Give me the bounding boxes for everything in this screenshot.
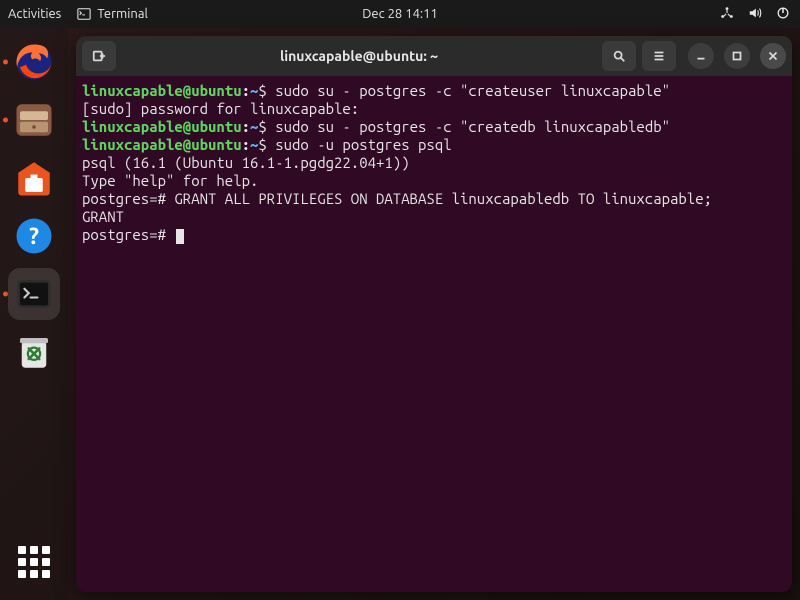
firefox-icon [13,41,55,83]
terminal-line: Type "help" for help. [82,172,786,190]
search-icon [612,49,626,63]
help-icon: ? [13,215,55,257]
terminal-line: GRANT [82,208,786,226]
software-icon [13,157,55,199]
terminal-line: linuxcapable@ubuntu:~$ sudo su - postgre… [82,118,786,136]
dock-files[interactable] [8,94,60,146]
dock-terminal[interactable] [8,268,60,320]
terminal-line: postgres=# [82,226,786,244]
terminal-line: psql (16.1 (Ubuntu 16.1-1.pgdg22.04+1)) [82,154,786,172]
terminal-line: postgres=# GRANT ALL PRIVILEGES ON DATAB… [82,190,786,208]
minimize-button[interactable] [688,43,714,69]
app-indicator-label: Terminal [97,7,148,21]
dock-firefox[interactable] [8,36,60,88]
menu-button[interactable] [642,41,676,71]
maximize-icon [730,49,744,63]
files-icon [13,99,55,141]
close-button[interactable] [760,43,786,69]
dock-trash[interactable] [8,326,60,378]
terminal-body[interactable]: linuxcapable@ubuntu:~$ sudo su - postgre… [76,76,792,592]
svg-text:?: ? [29,224,39,249]
close-icon [766,49,780,63]
volume-icon[interactable] [748,6,762,23]
terminal-small-icon [77,7,91,21]
show-applications[interactable] [8,536,60,588]
running-indicator [3,60,8,65]
app-indicator[interactable]: Terminal [77,7,148,21]
dock: ? [0,28,68,600]
maximize-button[interactable] [724,43,750,69]
terminal-icon [13,273,55,315]
new-tab-icon [92,49,106,63]
running-indicator [3,118,8,123]
terminal-line: linuxcapable@ubuntu:~$ sudo -u postgres … [82,136,786,154]
running-indicator [3,292,8,297]
dock-help[interactable]: ? [8,210,60,262]
cursor [176,229,184,244]
terminal-line: [sudo] password for linuxcapable: [82,100,786,118]
trash-icon [13,331,55,373]
dock-software[interactable] [8,152,60,204]
search-button[interactable] [602,41,636,71]
activities-button[interactable]: Activities [8,7,61,21]
terminal-window: linuxcapable@ubuntu: ~ linuxcapable@ubun… [76,36,792,592]
network-icon[interactable] [720,6,734,23]
top-panel: Activities Terminal Dec 28 14:11 [0,0,800,28]
titlebar: linuxcapable@ubuntu: ~ [76,36,792,76]
terminal-line: linuxcapable@ubuntu:~$ sudo su - postgre… [82,82,786,100]
power-icon[interactable] [776,6,790,23]
window-title: linuxcapable@ubuntu: ~ [122,48,596,64]
apps-grid-icon [18,546,50,578]
new-tab-button[interactable] [82,41,116,71]
clock[interactable]: Dec 28 14:11 [362,7,438,21]
hamburger-icon [652,49,666,63]
minimize-icon [694,49,708,63]
